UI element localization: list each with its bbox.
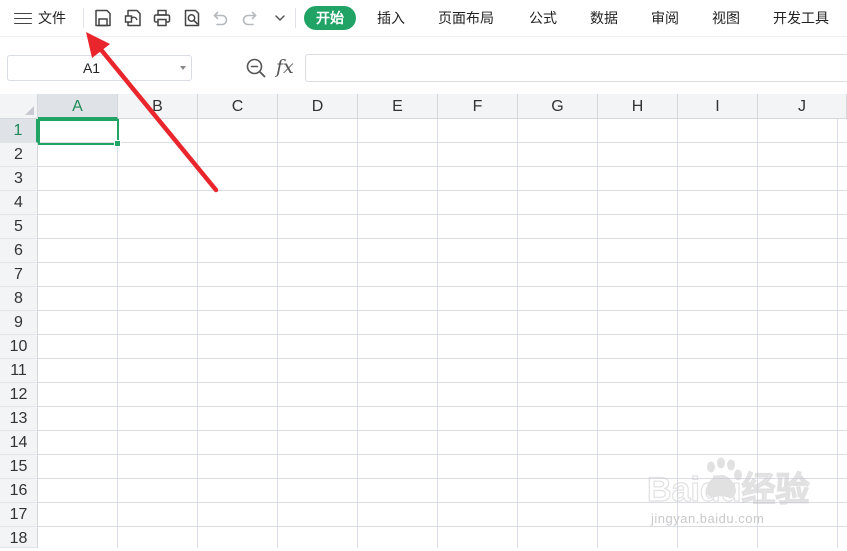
row-header-1[interactable]: 1 — [0, 119, 38, 143]
file-menu-button[interactable]: 文件 — [14, 6, 66, 30]
row-header-13[interactable]: 13 — [0, 407, 38, 431]
hamburger-menu-icon — [14, 12, 32, 25]
column-header-a[interactable]: A — [38, 94, 118, 119]
column-header-c[interactable]: C — [198, 94, 278, 119]
tab-formulas[interactable]: 公式 — [529, 6, 557, 30]
name-box-dropdown-icon[interactable] — [180, 66, 186, 70]
export-pdf-icon[interactable] — [121, 6, 145, 30]
column-header-i[interactable]: I — [678, 94, 758, 119]
row-header-16[interactable]: 16 — [0, 479, 38, 503]
column-header-g[interactable]: G — [518, 94, 598, 119]
row-header-8[interactable]: 8 — [0, 287, 38, 311]
save-icon[interactable] — [91, 6, 115, 30]
name-box-value: A1 — [82, 60, 101, 76]
row-header-4[interactable]: 4 — [0, 191, 38, 215]
row-header-7[interactable]: 7 — [0, 263, 38, 287]
column-header-d[interactable]: D — [278, 94, 358, 119]
row-header-3[interactable]: 3 — [0, 167, 38, 191]
row-header-2[interactable]: 2 — [0, 143, 38, 167]
cell-grid[interactable] — [38, 119, 847, 548]
row-header-17[interactable]: 17 — [0, 503, 38, 527]
more-dropdown-icon[interactable] — [268, 6, 292, 30]
redo-icon[interactable] — [238, 6, 262, 30]
row-header-12[interactable]: 12 — [0, 383, 38, 407]
tab-home[interactable]: 开始 — [304, 6, 356, 30]
row-header-5[interactable]: 5 — [0, 215, 38, 239]
formula-input[interactable] — [305, 54, 847, 82]
undo-icon[interactable] — [208, 6, 232, 30]
zoom-search-icon[interactable] — [245, 57, 267, 79]
tab-page-layout[interactable]: 页面布局 — [438, 6, 494, 30]
fill-handle[interactable] — [114, 140, 121, 147]
row-header-10[interactable]: 10 — [0, 335, 38, 359]
row-header-14[interactable]: 14 — [0, 431, 38, 455]
toolbar-divider — [295, 8, 296, 28]
column-header-b[interactable]: B — [118, 94, 198, 119]
file-menu-label: 文件 — [38, 10, 66, 26]
column-header-f[interactable]: F — [438, 94, 518, 119]
insert-function-icon[interactable]: fx — [276, 54, 294, 80]
menu-bar: 文件 开始 插入 页面布局 公式 数据 审阅 视图 开发工具 — [0, 0, 847, 37]
row-header-11[interactable]: 11 — [0, 359, 38, 383]
column-header-h[interactable]: H — [598, 94, 678, 119]
active-cell-a1[interactable] — [38, 119, 121, 147]
row-header-9[interactable]: 9 — [0, 311, 38, 335]
select-all-corner[interactable] — [0, 94, 38, 119]
name-box[interactable]: A1 — [7, 55, 192, 81]
row-header-18[interactable]: 18 — [0, 527, 38, 548]
tab-developer-tools[interactable]: 开发工具 — [773, 6, 829, 30]
row-header-6[interactable]: 6 — [0, 239, 38, 263]
row-header-15[interactable]: 15 — [0, 455, 38, 479]
column-header-e[interactable]: E — [358, 94, 438, 119]
print-icon[interactable] — [150, 6, 174, 30]
select-all-triangle-icon — [25, 106, 34, 115]
tab-insert[interactable]: 插入 — [377, 6, 405, 30]
tab-data[interactable]: 数据 — [590, 6, 618, 30]
column-header-j[interactable]: J — [758, 94, 847, 119]
print-preview-icon[interactable] — [180, 6, 204, 30]
tab-view[interactable]: 视图 — [712, 6, 740, 30]
tab-review[interactable]: 审阅 — [651, 6, 679, 30]
toolbar-divider — [83, 8, 84, 28]
